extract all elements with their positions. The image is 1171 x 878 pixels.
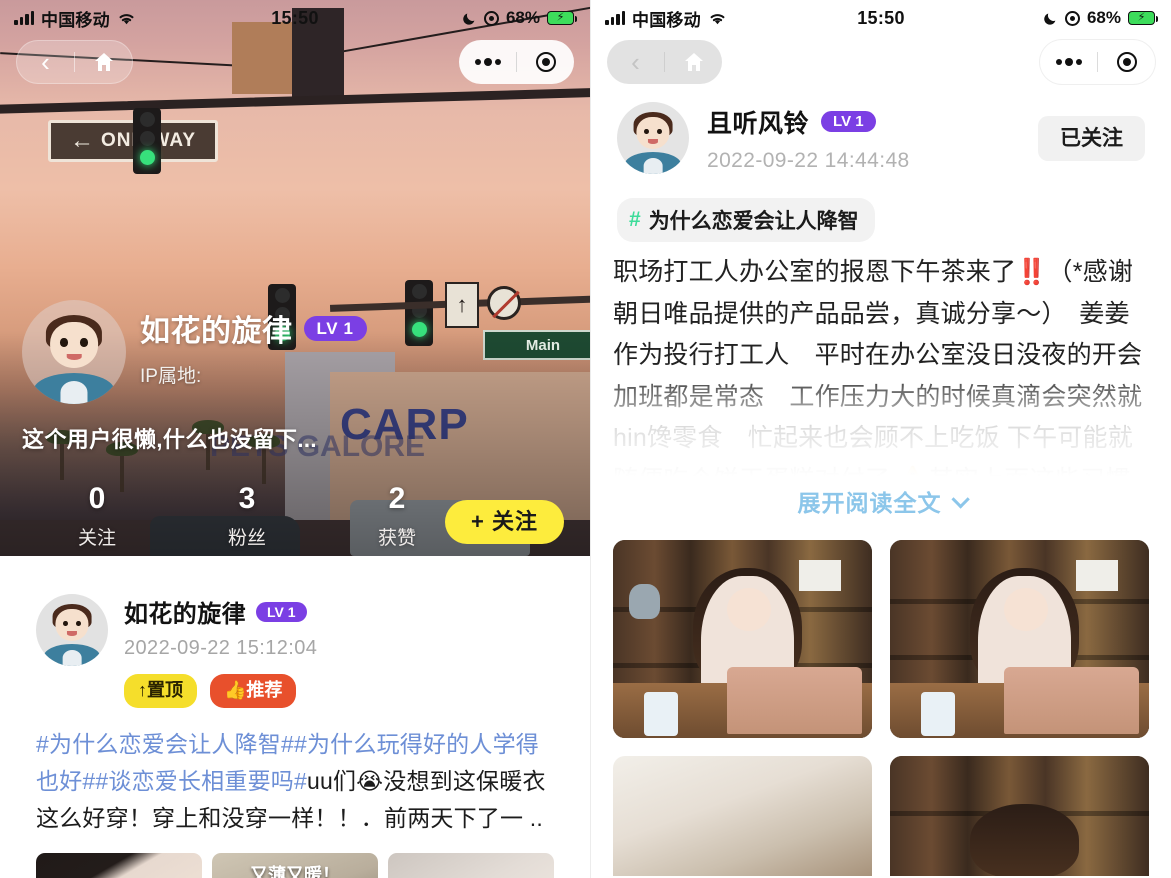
feed-post-text[interactable]: #为什么恋爱会让人降智##为什么玩得好的人学得也好##谈恋爱长相重要吗#uu们😭… <box>36 726 554 838</box>
signal-bars-icon <box>605 11 625 25</box>
profile-meta: 如花的旋律 LV 1 IP属地: <box>140 300 367 388</box>
battery-percent-label: 68% <box>505 8 540 27</box>
pinned-badge: ↑置顶 <box>124 674 197 708</box>
expand-label: 展开阅读全文 <box>797 490 942 516</box>
follow-button[interactable]: + 关注 <box>445 500 564 544</box>
more-dots-icon[interactable] <box>1040 40 1097 84</box>
profile-level-badge: LV 1 <box>303 315 367 341</box>
post-author-username[interactable]: 且听风铃 <box>707 104 809 140</box>
post-author-meta: 且听风铃 LV 1 2022-09-22 14:44:48 <box>707 104 910 173</box>
stat-followers[interactable]: 3 粉丝 <box>172 482 322 550</box>
nav-back-home-capsule-right[interactable]: ‹ <box>607 40 722 84</box>
profile-username: 如花的旋律 <box>140 315 293 348</box>
profile-name-row: 如花的旋律 LV 1 <box>140 306 367 350</box>
thumbnail-1[interactable] <box>36 853 202 878</box>
post-image-3[interactable] <box>613 756 872 876</box>
status-left-group: 中国移动 <box>605 6 727 31</box>
nav-bar-left: ‹ <box>0 36 590 88</box>
post-image-4[interactable] <box>890 756 1149 876</box>
stat-value: 0 <box>88 482 106 515</box>
feed-post-level-badge: LV 1 <box>256 601 307 622</box>
home-icon[interactable] <box>75 41 132 83</box>
moon-icon <box>462 11 477 26</box>
feed-post-timestamp: 2022-09-22 15:12:04 <box>124 637 318 659</box>
status-left-group: 中国移动 <box>14 6 136 31</box>
stat-following[interactable]: 0 关注 <box>22 482 172 550</box>
feed-post-username: 如花的旋律 <box>124 601 246 628</box>
chevron-down-icon <box>950 489 970 509</box>
moon-icon <box>1043 11 1058 26</box>
nav-more-capsule-left[interactable] <box>459 40 574 84</box>
followed-state-button[interactable]: 已关注 <box>1038 115 1145 161</box>
post-author-row: 且听风铃 LV 1 2022-09-22 14:44:48 已关注 <box>591 88 1171 184</box>
post-author-avatar[interactable] <box>617 102 689 174</box>
signal-bars-icon <box>14 11 34 25</box>
location-icon <box>1064 10 1080 26</box>
profile-bio: 这个用户很懒,什么也没留下... <box>22 427 317 452</box>
stat-label: 粉丝 <box>227 528 266 549</box>
post-body-container: 职场打工人办公室的报恩下午茶来了‼️（*感谢朝日唯品提供的产品品尝，真诚分享～）… <box>613 252 1149 476</box>
more-dots-icon[interactable] <box>459 40 516 84</box>
back-chevron-icon[interactable]: ‹ <box>17 41 74 83</box>
profile-ip-location: IP属地: <box>140 366 202 387</box>
topic-tag-chip[interactable]: # 为什么恋爱会让人降智 <box>617 198 875 242</box>
stat-label: 关注 <box>77 528 116 549</box>
feed-post-card: 如花的旋律 LV 1 2022-09-22 15:12:04 ↑置顶 👍推荐 #… <box>14 572 576 878</box>
post-image-grid-row2 <box>613 756 1149 876</box>
feed-post-thumbnails: 又薄又暖！ 实测三十天不洗也不臭 <box>36 853 554 878</box>
recommended-badge: 👍推荐 <box>210 674 297 708</box>
left-phone-screen: ONE WAY ↑ Main CARP PETS GALORE 中国移动 <box>0 0 590 878</box>
double-exclamation-icon: ‼️ <box>1016 258 1048 286</box>
stat-value: 3 <box>238 482 256 515</box>
feed-post-name-row: 如花的旋律 LV 1 <box>124 594 317 629</box>
feed-post-meta: 如花的旋律 LV 1 2022-09-22 15:12:04 ↑置顶 👍推荐 <box>124 594 317 708</box>
target-circle-icon[interactable] <box>517 40 574 84</box>
status-right-group: 68% ⚡ <box>462 8 578 28</box>
profile-identity-row: 如花的旋律 LV 1 IP属地: <box>22 300 568 404</box>
post-image-2[interactable] <box>890 540 1149 738</box>
post-author-level-badge: LV 1 <box>821 111 876 132</box>
battery-charging-icon: ⚡ <box>547 11 578 25</box>
feed-post-avatar[interactable] <box>36 594 108 666</box>
warning-icon: ⚠️ <box>897 466 928 477</box>
feed-post-badges: ↑置顶 👍推荐 <box>124 674 317 708</box>
dual-screenshot-container: ONE WAY ↑ Main CARP PETS GALORE 中国移动 <box>0 0 1171 878</box>
post-author-name-row: 且听风铃 LV 1 <box>707 104 910 140</box>
battery-charging-icon: ⚡ <box>1128 11 1159 25</box>
post-body-line-1: 职场打工人办公室的报恩下午茶来了 <box>613 258 1017 286</box>
post-image-grid <box>613 540 1149 738</box>
back-chevron-icon[interactable]: ‹ <box>607 40 664 84</box>
profile-header: 如花的旋律 LV 1 IP属地: 这个用户很懒,什么也没留下... 0 关注 3… <box>0 300 590 550</box>
nav-back-home-capsule-left[interactable]: ‹ <box>16 40 133 84</box>
target-circle-icon[interactable] <box>1098 40 1155 84</box>
home-icon[interactable] <box>665 40 722 84</box>
nav-bar-right: ‹ <box>591 36 1171 88</box>
status-bar-right: 中国移动 15:50 68% ⚡ <box>591 0 1171 36</box>
thumbnail-3[interactable] <box>388 853 554 878</box>
status-bar-left: 中国移动 15:50 68% ⚡ <box>0 0 590 36</box>
topic-tag-label: 为什么恋爱会让人降智 <box>648 210 859 233</box>
post-body-line-2: （*感谢朝日唯品提供的产品品尝，真诚分享～） 姜姜作为投行打工人 平时在办公室没… <box>613 258 1143 476</box>
right-phone-screen: 中国移动 15:50 68% ⚡ ‹ 且听风铃 LV 1 2022-09-22 … <box>590 0 1171 878</box>
feed-post-header: 如花的旋律 LV 1 2022-09-22 15:12:04 ↑置顶 👍推荐 <box>36 594 554 708</box>
wifi-icon <box>708 11 727 26</box>
wifi-icon <box>117 11 136 26</box>
post-body-text: 职场打工人办公室的报恩下午茶来了‼️（*感谢朝日唯品提供的产品品尝，真诚分享～）… <box>613 252 1149 476</box>
nav-more-capsule-right[interactable] <box>1040 40 1155 84</box>
hash-icon: # <box>629 208 641 231</box>
carrier-label: 中国移动 <box>41 10 110 30</box>
post-timestamp: 2022-09-22 14:44:48 <box>707 148 910 172</box>
expand-full-text-button[interactable]: 展开阅读全文 <box>591 484 1171 518</box>
post-image-1[interactable] <box>613 540 872 738</box>
location-icon <box>483 10 499 26</box>
carrier-label: 中国移动 <box>632 10 701 30</box>
profile-avatar[interactable] <box>22 300 126 404</box>
battery-percent-label: 68% <box>1086 8 1121 27</box>
status-right-group: 68% ⚡ <box>1043 8 1159 28</box>
thumbnail-2[interactable]: 又薄又暖！ 实测三十天不洗也不臭 <box>212 853 378 878</box>
profile-stats-row: 0 关注 3 粉丝 2 获赞 + 关注 <box>22 482 568 550</box>
thumbnail-overlay-title: 又薄又暖！ <box>250 865 340 878</box>
